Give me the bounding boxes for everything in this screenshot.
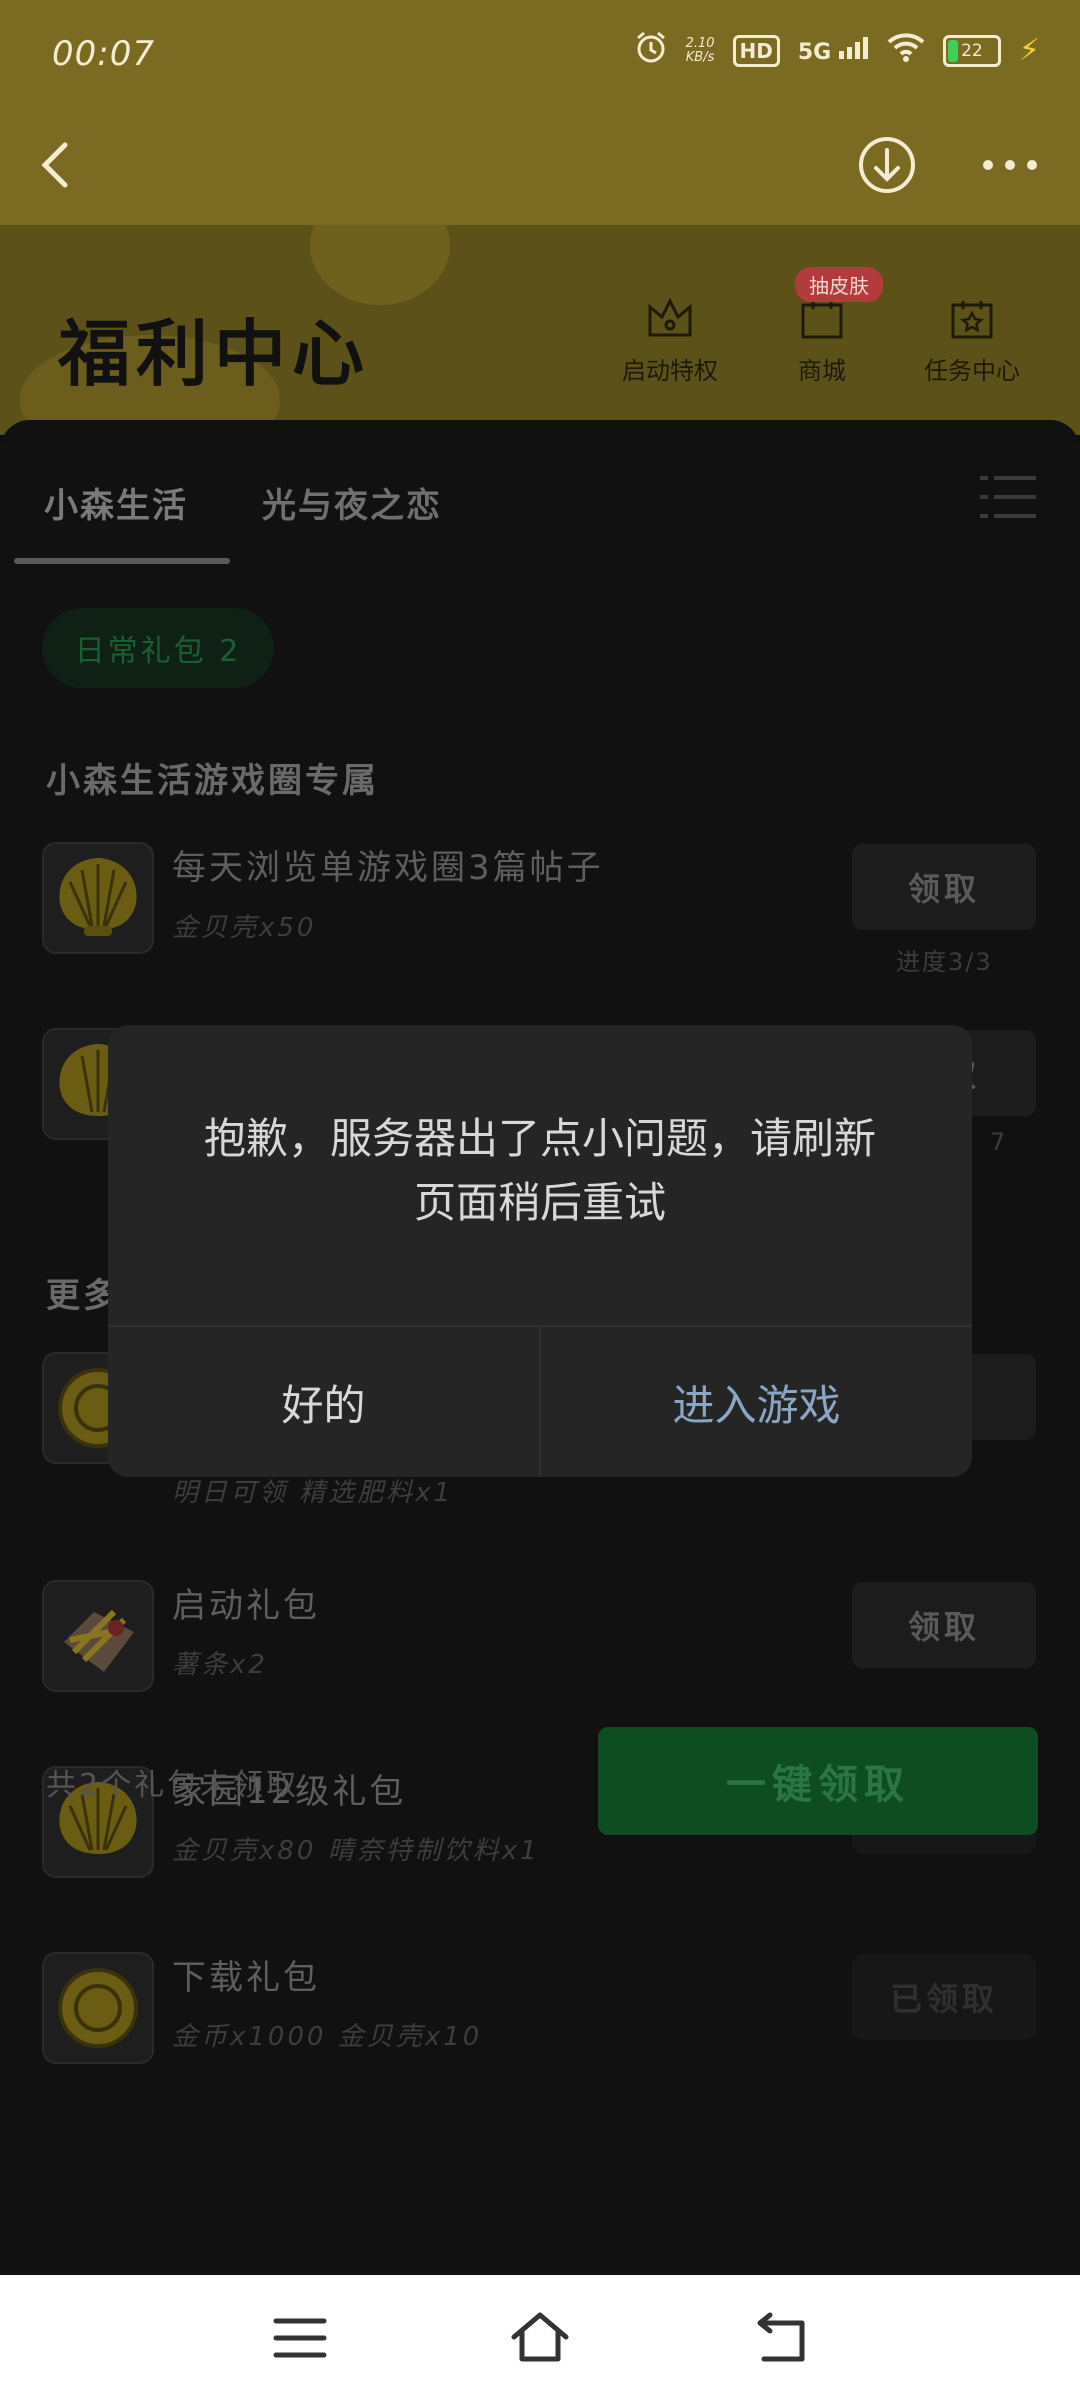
gift-item-reward: 金贝壳x80 晴奈特制饮料x1 [172,1836,540,1866]
welfare-banner: 福利中心 启动特权 商城 任务中心 抽皮肤 [0,225,1080,435]
net-speed-unit: KB/s [685,49,715,65]
chevron-left-icon [41,142,68,188]
shop-icon [801,301,843,339]
quick-link-privilege[interactable]: 启动特权 [600,295,740,386]
unclaimed-count: 共2个礼包未领取 [46,1768,300,1803]
menu-nav-button[interactable] [272,2315,328,2365]
fries-icon [64,1609,134,1672]
net-speed-value: 2.10 [685,35,715,51]
claim-button[interactable]: 领取 [852,1582,1036,1668]
system-nav-bar [0,2275,1080,2400]
gift-item-title: 下载礼包 [172,1958,320,1998]
quick-link-label: 启动特权 [622,357,718,385]
daily-gift-chip[interactable]: 日常礼包 2 [42,608,274,688]
gift-item-title: 每天浏览单游戏圈3篇帖子 [172,848,604,888]
charging-icon: ⚡ [1018,33,1040,68]
coin-icon [58,1968,138,2048]
dialog-message: 抱歉，服务器出了点小问题，请刷新 页面稍后重试 [158,1107,922,1235]
banner-decoration [310,225,450,305]
status-icons: 2.10 KB/s HD 5G 22 ⚡ [634,30,1040,71]
list-menu-icon [980,476,1036,518]
gift-item-title: 启动礼包 [172,1586,320,1626]
quick-link-task-center[interactable]: 任务中心 [902,295,1042,386]
more-button[interactable] [975,130,1045,200]
battery-level: 22 [961,40,983,61]
crown-icon [648,297,692,337]
tab-light-and-night[interactable]: 光与夜之恋 [262,478,442,527]
download-icon [859,137,915,193]
claim-button[interactable]: 领取 [852,844,1036,930]
home-icon [511,2312,569,2362]
enter-game-button[interactable]: 进入游戏 [541,1327,972,1477]
hd-badge: HD [732,34,780,67]
quick-link-shop[interactable]: 商城 [752,295,892,386]
claim-all-button[interactable]: 一键领取 [598,1727,1038,1835]
ok-button[interactable]: 好的 [108,1327,539,1477]
alarm-icon [634,30,668,71]
dialog-message-line: 页面稍后重试 [413,1178,666,1227]
more-dots-icon [983,160,1037,170]
claimed-button: 已领取 [852,1954,1036,2040]
gift-item-icon [42,1580,154,1692]
network-type: 5G [797,39,832,65]
status-bar: 00:07 2.10 KB/s HD 5G 22 ⚡ [0,0,1080,110]
gift-item-icon [42,1952,154,2064]
net-speed: 2.10 KB/s [685,35,715,65]
dialog-message-line: 抱歉，服务器出了点小问题，请刷新 [203,1114,876,1163]
back-nav-button[interactable] [752,2311,808,2369]
section-title-exclusive: 小森生活游戏圈专属 [46,761,379,801]
gift-progress: 进度3/3 [896,948,993,976]
status-time: 00:07 [52,34,155,74]
signal-icon: 5G [797,36,869,65]
nav-bar [0,110,1080,225]
shop-badge: 抽皮肤 [795,267,883,302]
page-title: 福利中心 [58,311,371,396]
gift-item-reward: 金币x1000 金贝壳x10 [172,2022,483,2052]
back-nav-icon [757,2312,805,2362]
quick-link-label: 商城 [798,357,846,385]
gift-item-reward: 薯条x2 [172,1650,268,1680]
tab-xiaosen-life[interactable]: 小森生活 [44,478,188,527]
active-tab-indicator [14,558,230,564]
gift-item-reward: 明日可领 精选肥料x1 [172,1478,454,1508]
menu-icon [273,2318,327,2358]
home-nav-button[interactable] [508,2309,572,2369]
gift-item-icon [42,842,154,954]
wifi-icon [887,32,925,69]
download-button[interactable] [852,130,922,200]
error-dialog: 抱歉，服务器出了点小问题，请刷新 页面稍后重试 好的 进入游戏 [108,1025,972,1477]
quick-link-label: 任务中心 [924,357,1020,385]
task-star-icon [951,301,993,339]
back-button[interactable] [30,130,90,200]
battery-icon: 22 [942,34,1001,67]
gift-item-reward: 金贝壳x50 [172,913,317,943]
list-menu-button[interactable] [980,472,1036,522]
shell-icon [59,858,137,936]
gift-progress: 7 [990,1128,1008,1156]
